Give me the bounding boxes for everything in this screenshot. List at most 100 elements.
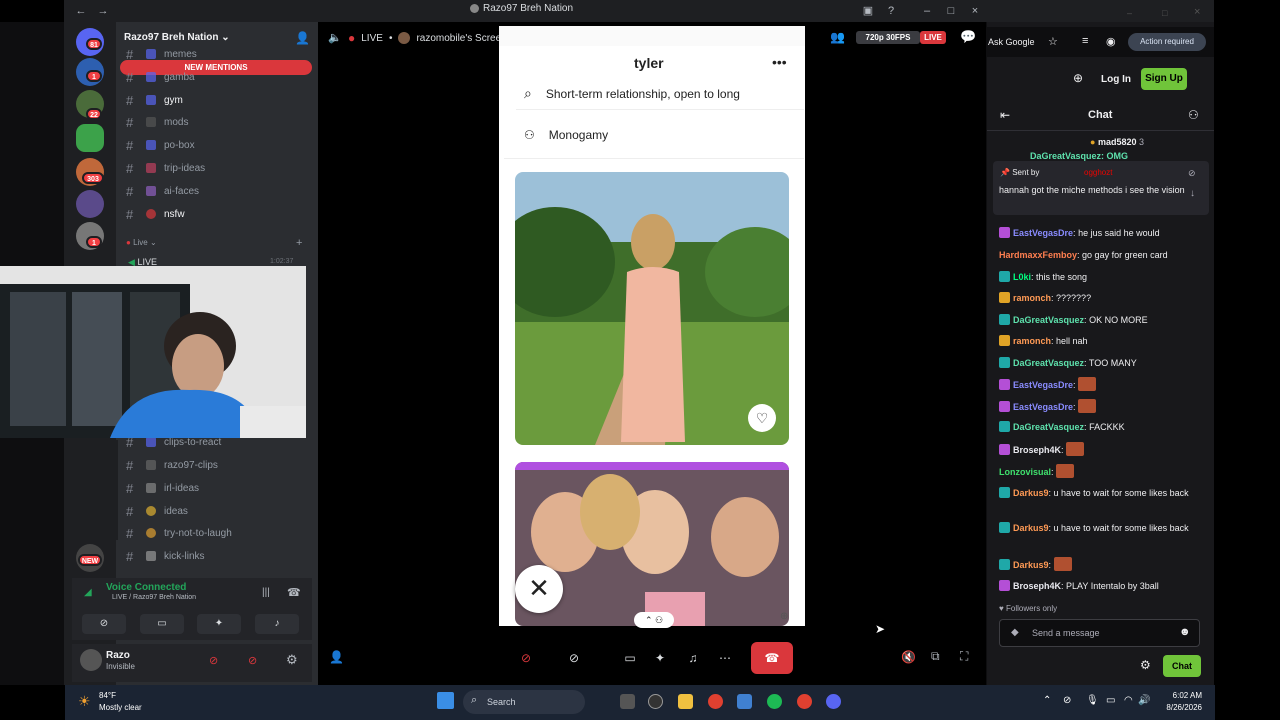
chat-username[interactable]: EastVegasDre — [1013, 380, 1073, 390]
channel-item[interactable]: # gamba — [126, 68, 195, 86]
chat-message[interactable]: Darkus9: u have to wait for some likes b… — [999, 486, 1195, 501]
channel-item[interactable]: # po-box — [126, 136, 195, 154]
profile-photo[interactable] — [515, 172, 789, 445]
chat-username[interactable]: DaGreatVasquez — [1013, 315, 1084, 325]
chat-username[interactable]: DaGreatVasquez — [1013, 358, 1084, 368]
wifi-icon[interactable]: ◠ — [1124, 695, 1133, 706]
chat-message[interactable]: ramonch: hell nah — [999, 334, 1195, 349]
profile-icon[interactable]: ◉ — [1106, 35, 1116, 48]
chat-message[interactable]: Broseph4K: PLAY Intentalo by 3ball — [999, 579, 1195, 594]
mic-icon[interactable]: 🎙 — [1086, 695, 1099, 706]
chat-username[interactable]: EastVegasDre — [1013, 228, 1073, 238]
activities-icon[interactable]: ✦ — [646, 648, 674, 668]
photos-icon[interactable] — [737, 694, 752, 709]
chat-message[interactable]: Lonzovisual: — [999, 464, 1195, 480]
chat-message[interactable]: DaGreatVasquez: FACKKK — [999, 420, 1195, 435]
chrome-icon[interactable] — [708, 694, 723, 709]
chat-settings-icon[interactable]: ⚙ — [1140, 658, 1151, 672]
pinned-user[interactable]: ogghozt — [1084, 168, 1112, 177]
chat-username[interactable]: DaGreatVasquez — [1013, 422, 1084, 432]
chat-username[interactable]: HardmaxxFemboy — [999, 250, 1077, 260]
tray-chevron-icon[interactable]: ⌃ — [1043, 695, 1051, 706]
user-name[interactable]: Razo — [106, 650, 130, 661]
participants-icon[interactable]: 👥 — [830, 30, 845, 44]
action-required-button[interactable]: Action required — [1128, 33, 1206, 51]
pass-x-icon[interactable]: ✕ — [515, 565, 563, 613]
add-member-icon[interactable]: 👤 — [295, 31, 310, 45]
channel-item[interactable]: # nsfw — [126, 205, 185, 223]
end-call-button[interactable]: ☎ — [751, 642, 793, 674]
windows-start-icon[interactable] — [437, 692, 454, 709]
fullscreen-icon[interactable]: ⛶ — [960, 649, 968, 664]
ask-google-button[interactable]: Ask Google — [988, 37, 1035, 47]
chat-message[interactable]: EastVegasDre: — [999, 377, 1195, 393]
chat-message[interactable]: DaGreatVasquez: TOO MANY — [999, 356, 1195, 371]
chat-input[interactable]: Send a message — [999, 619, 1200, 647]
popout-icon[interactable]: ⧉ — [931, 649, 940, 664]
chat-username[interactable]: Darkus9 — [1013, 523, 1049, 533]
channel-item[interactable]: # ideas — [126, 502, 188, 520]
chat-message[interactable]: ramonch: ??????? — [999, 291, 1195, 306]
chat-message[interactable]: DaGreatVasquez: OK NO MORE — [999, 313, 1195, 328]
expand-profile-icon[interactable]: ⌃ ⚇ — [634, 612, 674, 628]
avatar[interactable] — [80, 649, 102, 671]
chat-message[interactable]: EastVegasDre: he jus said he would — [999, 226, 1195, 241]
weather-icon[interactable]: ☀ — [78, 693, 91, 710]
clock-date[interactable]: 8/26/2026 — [1152, 703, 1202, 712]
camera-off-icon[interactable]: ⊘ — [560, 648, 588, 668]
channel-item[interactable]: # gym — [126, 91, 183, 109]
clock-time[interactable]: 6:02 AM — [1162, 691, 1202, 700]
invite-icon[interactable]: 👤 — [329, 650, 344, 664]
speaker-icon[interactable]: 🔈 — [328, 31, 342, 44]
help-icon[interactable]: ? — [884, 4, 898, 18]
task-view-icon[interactable] — [620, 694, 635, 709]
emote-icon[interactable]: ☻ — [1179, 626, 1191, 638]
maximize-icon[interactable]: □ — [944, 4, 958, 18]
close-icon[interactable]: × — [1194, 6, 1200, 18]
star-icon[interactable]: ☆ — [1048, 35, 1058, 48]
minimize-icon[interactable]: – — [920, 4, 934, 18]
volume-icon[interactable]: 🔊 — [1138, 695, 1150, 706]
chat-username[interactable]: Darkus9 — [1013, 488, 1049, 498]
server-icon[interactable] — [76, 190, 104, 218]
chat-username[interactable]: Broseph4K — [1013, 581, 1061, 591]
chat-username[interactable]: EastVegasDre — [1013, 402, 1073, 412]
signup-button[interactable]: Sign Up — [1141, 68, 1187, 90]
noise-suppression-icon[interactable]: ||| — [262, 587, 270, 598]
channel-item[interactable]: # irl-ideas — [126, 479, 199, 497]
more-options-icon[interactable]: ••• — [772, 54, 787, 70]
chat-username[interactable]: ramonch — [1013, 293, 1051, 303]
voice-status[interactable]: Voice Connected — [106, 582, 186, 593]
chat-username[interactable]: L0ki — [1013, 272, 1031, 282]
settings-gear-icon[interactable]: ⚙ — [286, 652, 298, 668]
chat-bubble-icon[interactable]: 💬 — [960, 29, 976, 45]
screen-share-icon[interactable]: ▭ — [616, 648, 644, 668]
unpin-icon[interactable]: ⊘ — [1188, 168, 1196, 179]
display-icon[interactable]: ▭ — [1106, 695, 1115, 706]
expand-down-icon[interactable]: ↓ — [1190, 188, 1195, 199]
reading-list-icon[interactable]: ≡ — [1082, 35, 1088, 47]
bits-icon[interactable]: ◆ — [1011, 627, 1019, 638]
disconnect-icon[interactable]: ☎ — [287, 586, 301, 599]
voice-channel-path[interactable]: LIVE / Razo97 Breh Nation — [112, 594, 196, 601]
channel-item[interactable]: # try-not-to-laugh — [126, 524, 232, 542]
chat-username[interactable]: Broseph4K — [1013, 445, 1061, 455]
chrome-icon[interactable] — [797, 694, 812, 709]
chat-username[interactable]: Darkus9 — [1013, 560, 1049, 570]
collapse-chat-icon[interactable]: ⇤ — [1000, 108, 1010, 122]
spotify-icon[interactable] — [767, 694, 782, 709]
restore-icon[interactable]: □ — [1162, 8, 1167, 18]
soundboard-icon[interactable]: ♫ — [679, 648, 707, 668]
chat-message[interactable]: HardmaxxFemboy: go gay for green card — [999, 248, 1195, 263]
chat-message[interactable]: Darkus9: — [999, 557, 1195, 573]
channel-item[interactable]: # razo97-clips — [126, 456, 218, 474]
file-explorer-icon[interactable] — [678, 694, 693, 709]
discord-icon[interactable] — [826, 694, 841, 709]
screen-share-icon[interactable]: ▭ — [140, 614, 184, 634]
camera-off-icon[interactable]: ⊘ — [82, 614, 126, 634]
server-name[interactable]: Razo97 Breh Nation ⌄ — [124, 32, 230, 43]
taskbar-search[interactable]: Search — [463, 690, 585, 714]
zoom-icon[interactable]: ⊕ — [780, 611, 788, 622]
network-icon[interactable]: ⊘ — [1063, 695, 1071, 706]
chat-message[interactable]: L0ki: this the song — [999, 270, 1195, 285]
